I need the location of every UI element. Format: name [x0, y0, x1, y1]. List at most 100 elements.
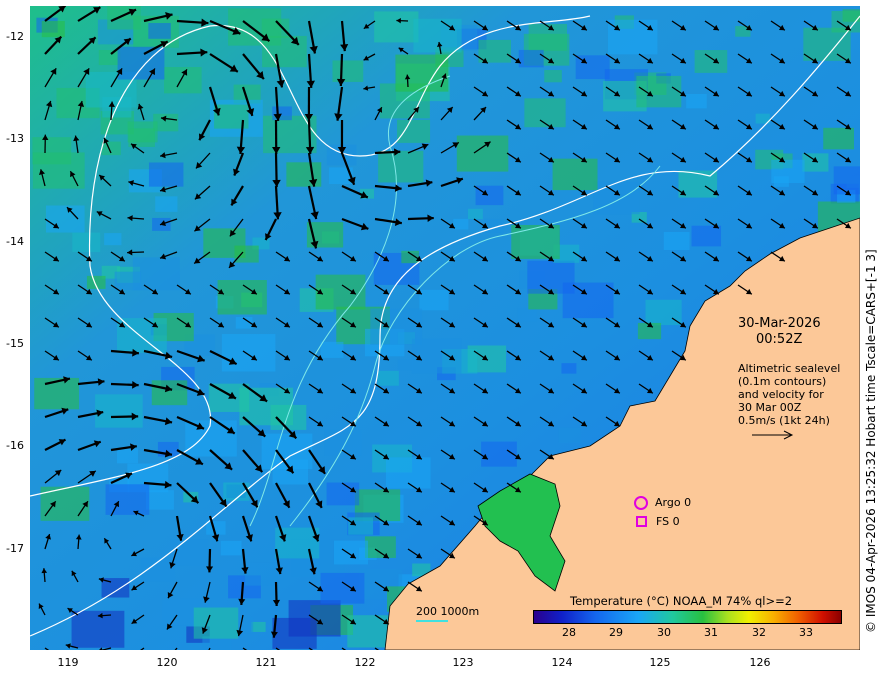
sst-patch [333, 540, 369, 565]
sst-patch [397, 359, 413, 371]
sst-patch [320, 341, 344, 358]
sst-patch [101, 141, 121, 156]
sst-patch [419, 289, 449, 311]
sst-patch [315, 274, 366, 310]
sst-patch [251, 621, 266, 632]
sst-patch [833, 166, 860, 195]
colorbar-tick: 33 [799, 626, 813, 639]
sst-patch [370, 308, 423, 345]
colorbar-tick: 32 [752, 626, 766, 639]
scale-arrow-icon [752, 430, 794, 440]
colorbar [533, 610, 842, 624]
sst-patch [397, 119, 431, 143]
sst-patch [528, 23, 568, 51]
sst-patch [148, 23, 171, 39]
depth-legend-line [416, 620, 448, 622]
sst-patch [114, 271, 142, 291]
lon-tick: 124 [551, 656, 573, 669]
colorbar-tick: 28 [562, 626, 576, 639]
sst-patch [413, 18, 462, 53]
sst-patch [272, 459, 309, 485]
sst-patch [234, 245, 259, 263]
sst-patch [272, 106, 292, 121]
sst-patch [41, 21, 65, 38]
lon-tick: 120 [156, 656, 178, 669]
argo-label: Argo 0 [655, 496, 692, 509]
lat-tick: -17 [6, 542, 24, 555]
description-line: and velocity for [738, 388, 824, 401]
sst-patch [636, 75, 682, 108]
sst-patch [332, 60, 364, 82]
credit-text: © IMOS 04-Apr-2026 13:25:32 Hobart time … [864, 249, 878, 633]
sst-patch [117, 318, 167, 353]
description-line: 0.5m/s (1kt 24h) [738, 414, 830, 427]
sst-patch [475, 185, 504, 206]
lon-tick: 121 [255, 656, 277, 669]
sst-patch [511, 224, 560, 259]
lat-tick: -15 [6, 337, 24, 350]
lat-tick: -13 [6, 132, 24, 145]
map-canvas [30, 6, 860, 650]
lat-tick: -14 [6, 235, 24, 248]
sst-patch [245, 562, 279, 586]
sst-patch [164, 67, 202, 94]
description-line: (0.1m contours) [738, 375, 827, 388]
sst-patch [116, 448, 139, 464]
sst-patch [691, 225, 722, 247]
sst-patch [148, 162, 184, 187]
argo-legend-item: Argo 0 [634, 493, 691, 512]
sst-patch [34, 377, 80, 410]
sst-patch [104, 233, 122, 246]
sst-patch [72, 232, 101, 253]
colorbar-tick: 31 [704, 626, 718, 639]
lat-tick: -16 [6, 439, 24, 452]
map-area[interactable] [30, 6, 860, 650]
sst-patch [155, 196, 178, 212]
argo-circle-icon [634, 495, 648, 510]
sst-patch [558, 427, 581, 443]
sst-patch [771, 159, 805, 184]
sst-patch [694, 50, 728, 73]
sst-patch [272, 617, 317, 649]
sst-patch [802, 153, 829, 172]
timestamp-date: 30-Mar-2026 [738, 316, 821, 331]
description: Altimetric sealevel (0.1m contours) and … [738, 362, 840, 427]
sst-patch [544, 70, 562, 83]
lon-tick: 119 [57, 656, 79, 669]
sst-patch [193, 607, 239, 639]
sst-patch [364, 536, 396, 558]
sst-patch [220, 540, 242, 556]
sst-patch [348, 517, 374, 535]
sst-patch [562, 282, 614, 319]
marker-legend: Argo 0 FS 0 [634, 493, 691, 531]
info-panel: 30-Mar-2026 00:52Z Altimetric sealevel (… [738, 316, 840, 444]
sst-patch [518, 49, 544, 68]
sst-patch [593, 181, 640, 215]
sst-patch [286, 162, 322, 187]
sst-patch [552, 158, 598, 191]
sst-patch [217, 280, 267, 315]
sst-patch [823, 127, 855, 150]
sst-patch [467, 208, 483, 220]
sst-patch [607, 19, 658, 55]
sst-patch [221, 334, 276, 372]
sst-patch [320, 572, 365, 604]
sst-patch [561, 363, 577, 374]
lon-tick: 126 [749, 656, 771, 669]
colorbar-tick: 30 [657, 626, 671, 639]
sst-patch [686, 94, 707, 109]
fs-legend-item: FS 0 [634, 512, 691, 531]
colorbar-tick: 29 [609, 626, 623, 639]
depth-legend: 200 1000m [416, 605, 480, 618]
lon-tick: 123 [452, 656, 474, 669]
sst-patch [145, 490, 174, 510]
sst-patch [105, 484, 150, 515]
sst-patch [478, 39, 512, 63]
sst-patch [481, 441, 517, 467]
sst-patch [378, 150, 424, 183]
sst-patch [453, 218, 469, 230]
sst-patch [395, 54, 449, 92]
lat-tick: -12 [6, 30, 24, 43]
sst-patch [663, 232, 690, 251]
colorbar-title: Temperature (°C) NOAA_M 74% ql>=2 [570, 594, 793, 608]
